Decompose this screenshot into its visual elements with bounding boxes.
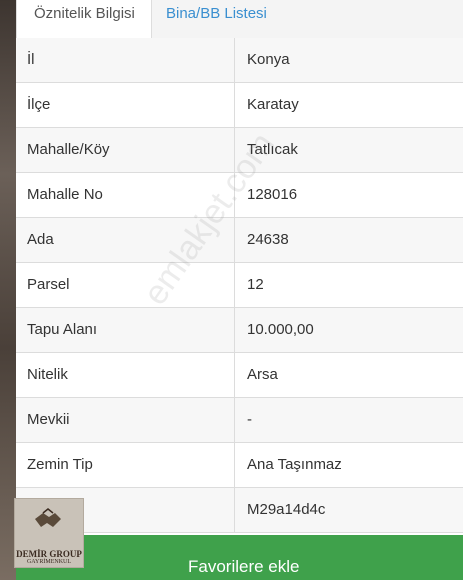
table-row: İl Konya <box>16 38 463 83</box>
row-value: Ana Taşınmaz <box>247 456 342 473</box>
logo-name: DEMİR GROUP <box>16 549 82 559</box>
table-row: Nitelik Arsa <box>16 353 463 398</box>
table-row: Mahalle/Köy Tatlıcak <box>16 128 463 173</box>
row-label: Mevkii <box>16 398 235 442</box>
favorites-button-label: Favorilere ekle <box>188 557 300 576</box>
row-label: Mahalle/Köy <box>16 128 235 172</box>
company-logo: DEMİR GROUP GAYRİMENKUL <box>14 498 84 568</box>
row-value: 12 <box>247 276 264 293</box>
row-label: Zemin Tip <box>16 443 235 487</box>
row-label: Nitelik <box>16 353 235 397</box>
table-row: İlçe Karatay <box>16 83 463 128</box>
row-label: Ada <box>16 218 235 262</box>
table-row: Parsel 12 <box>16 263 463 308</box>
tab-building-list[interactable]: Bina/BB Listesi <box>166 0 267 38</box>
table-row: Zemin Tip Ana Taşınmaz <box>16 443 463 488</box>
logo-subtitle: GAYRİMENKUL <box>26 559 72 565</box>
tab-bar: Öznitelik Bilgisi Bina/BB Listesi <box>16 0 463 39</box>
table-row: Mahalle No 128016 <box>16 173 463 218</box>
table-row: Mevkii - <box>16 398 463 443</box>
row-label: İlçe <box>16 83 235 127</box>
table-row: Ada 24638 <box>16 218 463 263</box>
attribute-panel: Öznitelik Bilgisi Bina/BB Listesi İl Kon… <box>16 0 463 580</box>
row-value: - <box>247 411 252 428</box>
row-label: Parsel <box>16 263 235 307</box>
row-value: 24638 <box>247 231 289 248</box>
handshake-icon <box>35 508 61 527</box>
tab-attribute-info[interactable]: Öznitelik Bilgisi <box>16 0 152 39</box>
row-label: İl <box>16 38 235 82</box>
row-value: 10.000,00 <box>247 321 314 338</box>
attribute-table: İl Konya İlçe Karatay Mahalle/Köy Tatlıc… <box>16 38 463 533</box>
row-value: Arsa <box>247 366 278 383</box>
row-value: Konya <box>247 51 290 68</box>
row-label: Tapu Alanı <box>16 308 235 352</box>
row-value: M29a14d4c <box>247 501 326 518</box>
row-value: Karatay <box>247 96 299 113</box>
row-value: Tatlıcak <box>247 141 298 158</box>
table-row: Tapu Alanı 10.000,00 <box>16 308 463 353</box>
row-label: Mahalle No <box>16 173 235 217</box>
row-value: 128016 <box>247 186 298 203</box>
